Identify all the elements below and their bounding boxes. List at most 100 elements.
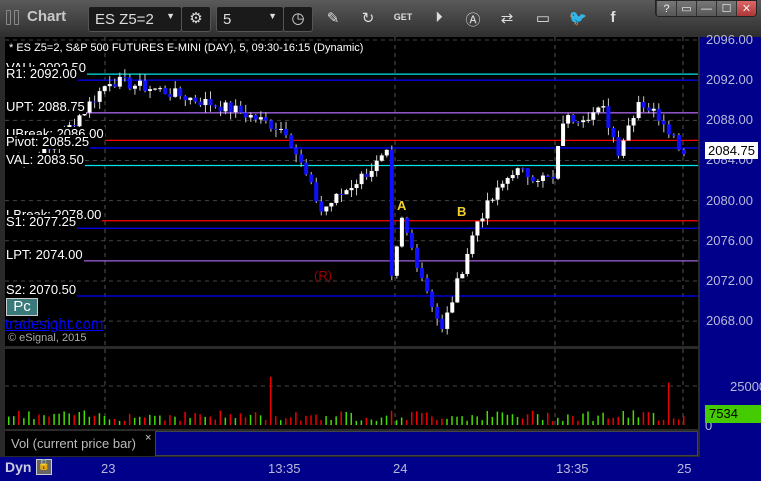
volume-bar [562,420,564,425]
candle [651,108,656,111]
time-label: 13:35 [556,461,589,476]
candle [535,180,540,182]
toolbar: Chart ES Z5=2 ▼ ⚙ 5 ▼ ◷ ✎ ↻ GET ⏵ Ⓐ ⇄ ▭ 🐦 … [0,0,761,37]
interval-select[interactable]: 5 ▼ [216,6,284,32]
candle [556,145,561,179]
candle [470,235,475,254]
volume-bar [607,418,609,425]
remove-study-close-icon[interactable]: × [145,432,151,444]
candle [168,94,173,97]
candle [581,120,586,123]
candle [646,107,651,111]
time-label: 13:35 [268,461,301,476]
candle [339,193,344,195]
candle [510,175,515,179]
candle [279,128,283,130]
pc-button[interactable]: Pc [6,298,38,316]
volume-bar [390,410,393,425]
volume-bar [264,420,267,425]
candle [314,182,319,202]
refresh-chart-icon[interactable]: ↻ [358,9,378,27]
time-axis[interactable]: Dyn 🔓 23 13:35 24 13:35 25 [0,457,700,481]
volume-bar [295,412,297,425]
candle [601,106,606,108]
volume-bar [592,420,594,425]
help-button[interactable]: ? [656,1,676,16]
symbol-settings-gear-icon[interactable]: ⚙ [181,6,211,32]
volume-bar [88,416,91,425]
layout-button[interactable]: ▭ [676,1,696,16]
volume-bar [546,412,549,425]
volume-bar [169,415,171,425]
candle [228,102,233,113]
price-pane[interactable]: VAH: 2092.50R1: 2092.00UPT: 2088.75UBrea… [5,37,698,346]
volume-bar [536,414,539,425]
candle [77,115,82,127]
drag-grip-icon[interactable] [14,10,19,25]
volume-bar [274,416,277,425]
level-label: S2: 2070.50 [5,282,78,298]
tradesight-link[interactable]: tradesight.com [5,316,103,333]
volume-bar [410,412,413,425]
play-icon[interactable]: ⏵ [429,9,449,26]
volume-bar [58,413,60,425]
volume-pane[interactable] [5,349,698,429]
candle [344,190,349,195]
price-tick: 2096.00 [706,32,753,47]
drag-grip-icon[interactable] [6,10,11,25]
lock-clock-icon[interactable]: 🔓 [36,459,52,475]
candle [289,135,294,148]
clock-icon[interactable]: ◷ [283,6,313,32]
symbol-select[interactable]: ES Z5=2 ▼ [88,6,182,32]
candle [656,108,661,121]
candle [92,101,97,103]
candle [193,97,198,102]
level-label: UPT: 2088.75 [5,98,86,114]
price-axis[interactable]: 2096.00 2092.00 2088.00 2084.00 2080.00 2076.… [700,32,761,481]
volume-chart [5,349,698,429]
candle [102,86,107,92]
volume-bar [118,420,121,425]
get-data-icon[interactable]: GET [393,12,413,22]
candle [137,80,142,86]
minimize-button[interactable]: — [696,1,716,16]
volume-bar [365,417,368,425]
candle [198,101,203,106]
facebook-icon[interactable]: f [603,9,623,26]
volume-bar [340,411,342,425]
volume-bar [501,412,504,425]
volume-bar [597,415,599,425]
comment-icon[interactable]: ▭ [533,9,553,27]
volume-bar [164,420,166,425]
volume-bar [189,418,191,425]
candle [354,184,359,189]
twitter-icon[interactable]: 🐦 [568,9,588,27]
candle [253,115,258,120]
candle [435,306,440,319]
candle [404,217,409,233]
volume-bar [78,412,81,425]
candle [571,115,576,122]
volume-bar [280,420,282,425]
volume-bar [285,418,287,425]
volume-bar [531,410,534,425]
close-button[interactable]: ✕ [736,1,756,16]
pencil-icon[interactable]: ✎ [323,9,343,27]
alert-icon[interactable]: Ⓐ [463,9,483,30]
candle [430,291,435,307]
volume-bar [471,415,473,425]
maximize-button[interactable]: ☐ [716,1,736,16]
candle [384,149,389,156]
level-label: S1: 2077.25 [5,214,78,230]
volume-bar [395,420,398,425]
candle [561,123,566,146]
volume-bar [350,412,353,425]
candle [243,112,248,118]
volume-bar [305,415,307,425]
link-icon[interactable]: ⇄ [497,9,517,27]
candle [158,88,163,90]
candle [324,206,329,212]
price-tick: 2092.00 [706,72,753,88]
candle [153,88,158,90]
volume-bar [431,416,433,425]
